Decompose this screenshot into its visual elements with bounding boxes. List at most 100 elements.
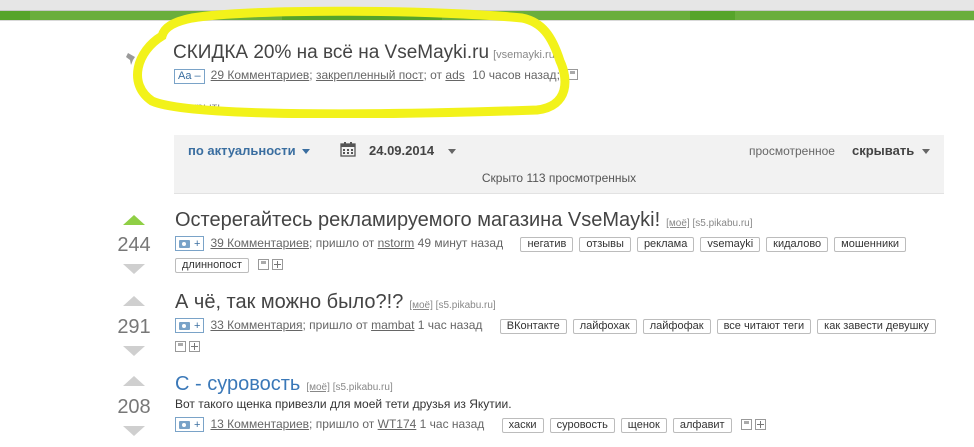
plus-icon: +: [194, 319, 201, 332]
top-green-bar: [0, 10, 974, 20]
post-title-text[interactable]: Остерегайтесь рекламируемого магазина Vs…: [175, 209, 660, 231]
sticky-meta: Aa – 29 Комментариев; закрепленный пост; …: [174, 68, 579, 84]
post-rating: 208: [117, 396, 151, 418]
hide-label: скрывать: [852, 143, 915, 158]
from-label: ; пришло от: [309, 417, 375, 431]
tag[interactable]: длиннопост: [175, 258, 249, 273]
date-label: 24.09.2014: [369, 143, 435, 158]
date-dropdown[interactable]: 24.09.2014: [369, 143, 457, 158]
tag[interactable]: отзывы: [579, 237, 631, 252]
sticky-title-text[interactable]: СКИДКА 20% на всё на VseMayki.ru: [173, 42, 489, 63]
expand-icon[interactable]: [754, 419, 766, 431]
post-time: 1 час назад: [419, 417, 485, 431]
tag[interactable]: кидалово: [766, 237, 829, 252]
post-meta: +39 Комментариев; пришло от nstorm 49 ми…: [175, 236, 912, 252]
tag[interactable]: мошенники: [834, 237, 907, 252]
downvote-icon[interactable]: [123, 426, 145, 436]
media-toggle[interactable]: +: [175, 417, 205, 433]
close-sticky-link[interactable]: закрыть: [179, 100, 223, 114]
pin-icon: [125, 52, 139, 73]
chevron-down-icon: [922, 149, 931, 155]
post-title-text[interactable]: А чё, так можно было?!?: [175, 291, 403, 313]
upvote-icon[interactable]: [123, 296, 145, 306]
chevron-down-icon: [301, 149, 310, 155]
upvote-icon[interactable]: [123, 376, 145, 386]
tag[interactable]: алфавит: [672, 418, 732, 433]
post-excerpt: Вот такого щенка привезли для моей тети …: [175, 397, 512, 411]
top-gray-bar: [0, 0, 974, 10]
save-icon[interactable]: [258, 259, 270, 271]
post-actions: [175, 339, 200, 353]
save-icon[interactable]: [740, 419, 752, 431]
sticky-from-label: ; от: [423, 68, 443, 82]
from-label: ; пришло от: [309, 236, 375, 250]
plus-icon: +: [194, 418, 201, 431]
calendar-icon[interactable]: [340, 141, 356, 162]
post-title[interactable]: Остерегайтесь рекламируемого магазина Vs…: [175, 209, 753, 232]
filter-bar: по актуальности 24.09.2014 просмотренное…: [174, 135, 944, 194]
sticky-sep2: ;: [556, 68, 560, 82]
post-rating: 244: [117, 234, 151, 256]
from-label: ; пришло от: [302, 318, 368, 332]
sticky-time: 10 часов назад: [472, 68, 557, 82]
post-source: [s5.pikabu.ru]: [332, 382, 393, 393]
sticky-domain[interactable]: [vsemayki.ru]: [493, 49, 558, 61]
post-meta: +13 Комментариев; пришло от WT174 1 час …: [175, 417, 766, 433]
plus-icon: +: [194, 237, 201, 250]
post-title[interactable]: С - суровость [моё] [s5.pikabu.ru]: [175, 373, 393, 396]
tag[interactable]: лайфофак: [642, 319, 711, 334]
post-mine-link[interactable]: [моё]: [306, 382, 330, 393]
post-title-text[interactable]: С - суровость: [175, 373, 300, 395]
hidden-count-text[interactable]: Скрыто 113 просмотренных: [174, 171, 944, 185]
tag[interactable]: негатив: [520, 237, 574, 252]
post-mine-link[interactable]: [моё]: [666, 218, 690, 229]
sticky-comments-link[interactable]: 29 Комментариев: [211, 68, 310, 82]
tag[interactable]: как завести девушку: [817, 319, 936, 334]
downvote-icon[interactable]: [123, 346, 145, 356]
post-time: 1 час назад: [417, 318, 483, 332]
tag[interactable]: vsemayki: [700, 237, 761, 252]
downvote-icon[interactable]: [123, 264, 145, 274]
author-link[interactable]: WT174: [378, 417, 417, 431]
comments-link[interactable]: 33 Комментария: [210, 318, 302, 332]
post-time: 49 минут назад: [417, 236, 504, 250]
sort-dropdown[interactable]: по актуальности: [188, 143, 310, 158]
post-meta: +33 Комментария; пришло от mambat 1 час …: [175, 318, 942, 334]
upvote-icon[interactable]: [123, 215, 145, 225]
tag[interactable]: щенок: [620, 418, 667, 433]
comments-link[interactable]: 13 Комментариев: [210, 417, 309, 431]
post-source: [s5.pikabu.ru]: [435, 300, 496, 311]
tag[interactable]: все читают теги: [716, 319, 812, 334]
tag[interactable]: суровость: [549, 418, 615, 433]
tag[interactable]: ВКонтакте: [499, 319, 567, 334]
save-icon[interactable]: [567, 68, 579, 83]
post-mine-link[interactable]: [моё]: [409, 300, 433, 311]
post-rating: 291: [117, 316, 151, 338]
font-size-toggle[interactable]: Aa –: [174, 69, 205, 84]
expand-icon[interactable]: [189, 341, 200, 353]
sticky-post-title[interactable]: СКИДКА 20% на всё на VseMayki.ru [vsemayk…: [173, 42, 558, 64]
tag[interactable]: лайфохак: [572, 319, 637, 334]
hide-viewed-dropdown[interactable]: скрывать: [852, 143, 931, 158]
media-toggle[interactable]: +: [175, 318, 205, 334]
post-meta-row2: длиннопост: [175, 257, 284, 273]
sticky-author-link[interactable]: ads: [445, 68, 464, 82]
camera-icon: [179, 420, 190, 429]
author-link[interactable]: mambat: [371, 318, 414, 332]
camera-icon: [179, 321, 190, 330]
sticky-sep: ;: [309, 68, 313, 82]
comments-link[interactable]: 39 Комментариев: [210, 236, 309, 250]
post-source: [s5.pikabu.ru]: [692, 218, 753, 229]
viewed-label: просмотренное: [749, 144, 835, 158]
expand-icon[interactable]: [272, 259, 284, 271]
chevron-down-icon: [448, 149, 457, 155]
save-icon[interactable]: [175, 341, 186, 353]
camera-icon: [179, 239, 190, 248]
top-divider: [0, 20, 974, 21]
author-link[interactable]: nstorm: [378, 236, 415, 250]
media-toggle[interactable]: +: [175, 236, 205, 252]
tag[interactable]: реклама: [636, 237, 695, 252]
tag[interactable]: хаски: [501, 418, 544, 433]
sticky-pinned-link[interactable]: закрепленный пост: [316, 68, 424, 82]
post-title[interactable]: А чё, так можно было?!? [моё] [s5.pikabu.…: [175, 291, 496, 314]
